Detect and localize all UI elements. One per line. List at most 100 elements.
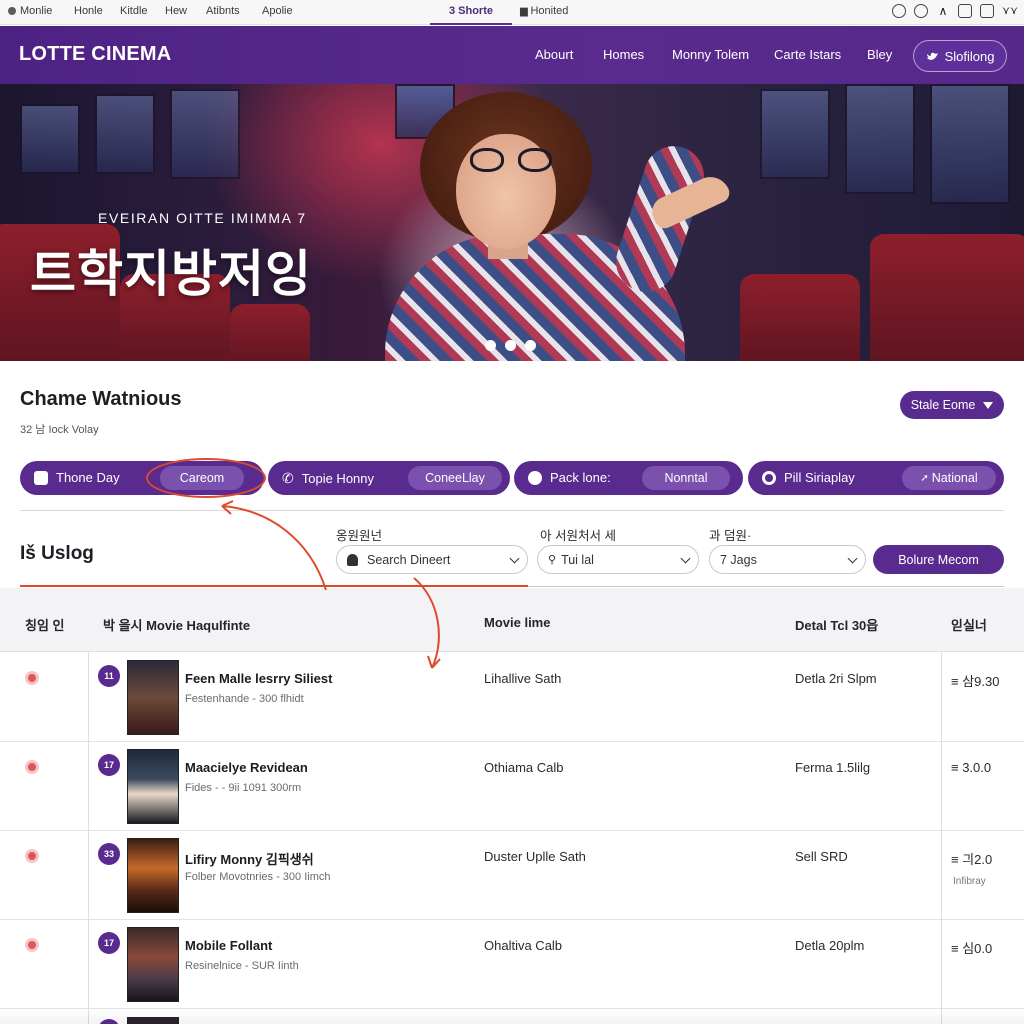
column-divider	[941, 652, 942, 1024]
price: ≡ 삼9.30	[951, 674, 1000, 689]
person-icon: ⚲	[548, 554, 557, 566]
table-row[interactable]: 33 Lifiry Monny 김픽생쉬 Folber Movotnries -…	[0, 831, 1024, 920]
select-two[interactable]: ⚲ Tui lal	[537, 545, 699, 574]
filter-label-search: 옹원원넌	[336, 529, 383, 543]
nav-movie-tolem[interactable]: Monny Tolem	[672, 47, 749, 62]
nav-homes[interactable]: Homes	[603, 47, 644, 62]
rank-badge: 17	[98, 932, 120, 954]
filter-pill-topic[interactable]: ✆ Topie Honny ConeeLlay	[268, 461, 510, 495]
table-row[interactable]: 11 Feen Malle lesrry Siliest Festenhande…	[0, 653, 1024, 742]
browser-tab-0[interactable]: Monlie	[8, 5, 52, 17]
column-header-detail[interactable]: Detal Tcl 30읍	[795, 615, 878, 634]
carousel-dot[interactable]	[505, 340, 516, 351]
carousel-dot[interactable]	[525, 340, 536, 351]
cinema-seat	[870, 234, 1024, 361]
movie-poster[interactable]	[127, 749, 179, 824]
underline	[528, 586, 1004, 587]
filter-value-topic[interactable]: ConeeLlay	[408, 466, 502, 490]
browser-tab-2[interactable]: Kitdle	[120, 5, 148, 17]
theater-window	[170, 89, 240, 179]
browser-tab-3[interactable]: Hew	[165, 5, 187, 17]
movie-poster[interactable]	[127, 838, 179, 913]
state-dropdown-button[interactable]: Stale Eome	[900, 391, 1004, 419]
price: ≡ 심0.0	[951, 941, 993, 956]
select-three[interactable]: 7 Jags	[709, 545, 866, 574]
schedule-button[interactable]: Slofilong	[913, 40, 1007, 72]
table-header: 칭임 인 박 을시 Movie Haqulfinte Movie lime De…	[0, 588, 1024, 652]
table-row[interactable]: 17 Mobile Follant Resinelnice - SUR Iint…	[0, 920, 1024, 1009]
movie-title[interactable]: Lifiry Monny 김픽생쉬	[185, 849, 314, 868]
status-dot	[25, 671, 39, 685]
active-underline	[20, 585, 528, 587]
gear-icon	[528, 470, 542, 485]
filter-value-pack[interactable]: Nonntal	[642, 466, 730, 490]
menu-icon[interactable]: ⋎⋎	[1002, 4, 1018, 18]
movie-poster[interactable]	[127, 927, 179, 1002]
movie-title[interactable]: Feen Malle lesrry Siliest	[185, 671, 332, 686]
cinema-seat	[230, 304, 310, 361]
rank-badge: 33	[98, 843, 120, 865]
nav-carte-istars[interactable]: Carte Istars	[774, 47, 841, 62]
section-divider	[20, 510, 1004, 511]
filter-label-three: 과 덤원·	[709, 529, 752, 543]
lock-icon[interactable]	[980, 4, 994, 18]
browser-tab-1[interactable]: Honle	[74, 5, 103, 17]
filter-pill-display[interactable]: Pill Siriaplay ➚ National	[748, 461, 1004, 495]
column-header-location[interactable]: Movie lime	[484, 615, 550, 630]
column-header-movie[interactable]: 박 을시 Movie Haqulfinte	[103, 615, 250, 634]
site-header: LOTTE CINEMA Abourt Homes Monny Tolem Ca…	[0, 26, 1024, 84]
pen-icon[interactable]: ∧	[936, 4, 950, 18]
glasses-lens-right	[518, 148, 552, 172]
filter-value-display[interactable]: ➚ National	[902, 466, 996, 490]
globe-icon	[8, 7, 16, 15]
movie-title[interactable]: Mobile Follant	[185, 938, 272, 953]
carousel-dot[interactable]	[485, 340, 496, 351]
cinema-location: Lihallive Sath	[484, 671, 562, 686]
clock-icon[interactable]	[892, 4, 906, 18]
browser-tab-active[interactable]: 3 Shorte	[430, 0, 512, 25]
browser-tab-4[interactable]: Atibnts	[206, 5, 240, 17]
bird-icon	[926, 52, 938, 60]
theater-window	[760, 89, 830, 179]
search-dropdown[interactable]: Search Dineert	[336, 545, 528, 574]
showtime-detail: Detla 20plm	[795, 938, 865, 953]
table-row[interactable]: 17 Maacielye Revidean Fides - - 9ii 1091…	[0, 742, 1024, 831]
arrow-icon: ➚	[920, 472, 929, 484]
browser-tab-5[interactable]: Apolie	[262, 5, 293, 17]
apply-button[interactable]: Bolure Mecom	[873, 545, 1004, 574]
showtime-detail: Detla 2ri Slpm	[795, 671, 877, 686]
cinema-location: Ohaltiva Calb	[484, 938, 563, 953]
user-icon	[347, 553, 358, 566]
movie-title[interactable]: Maacielye Revidean	[185, 760, 308, 775]
site-logo[interactable]: LOTTE CINEMA	[19, 43, 171, 66]
movie-subtitle: Fides - - 9ii 1091 300rm	[185, 782, 302, 794]
hero-subtitle: EVEIRAN OITTE IMIMMA 7	[98, 210, 307, 226]
hero-banner[interactable]: EVEIRAN OITTE IMIMMA 7 트학지방저잉	[0, 84, 1024, 361]
status-dot	[25, 849, 39, 863]
refresh-icon[interactable]	[914, 4, 928, 18]
movie-subtitle: Folber Movotnries - 300 Iimch	[185, 871, 331, 883]
calendar-icon	[34, 470, 48, 485]
showtime-detail: Ferma 1.5lilg	[795, 760, 871, 775]
nav-bley[interactable]: Bley	[867, 47, 892, 62]
section-title: Chame Watnious	[20, 388, 182, 410]
rank-badge: 11	[98, 665, 120, 687]
theater-window	[20, 104, 80, 174]
theater-window	[930, 84, 1010, 204]
movie-poster[interactable]	[127, 660, 179, 735]
status-dot	[25, 938, 39, 952]
column-header-rank[interactable]: 칭임 인	[25, 615, 65, 634]
chevron-down-icon	[983, 401, 994, 409]
annotation-arrow	[221, 505, 327, 591]
column-header-price[interactable]: 읻실너	[951, 615, 987, 634]
cinema-location: Othiama Calb	[484, 760, 564, 775]
window-icon[interactable]	[958, 4, 972, 18]
browser-tab-second[interactable]: ▆ Honited	[520, 5, 568, 17]
chevron-down-icon	[680, 553, 691, 564]
filter-pill-pack[interactable]: Pack lone: Nonntal	[514, 461, 743, 495]
chevron-down-icon	[509, 553, 520, 564]
carousel-dots	[485, 340, 536, 351]
browser-icons: ∧ ⋎⋎	[892, 4, 1018, 18]
price: ≡ 긔2.0	[951, 852, 993, 867]
nav-about[interactable]: Abourt	[535, 47, 573, 62]
